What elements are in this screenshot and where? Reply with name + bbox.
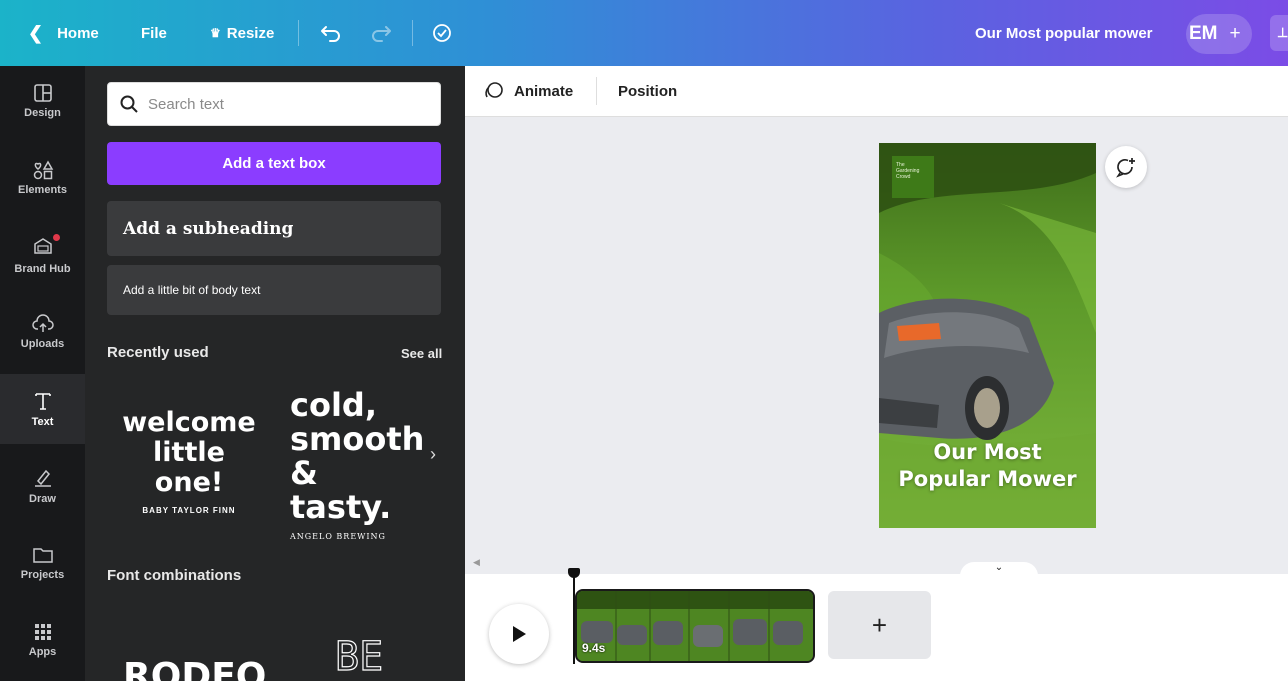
file-label: File (141, 24, 167, 42)
sidebar-item-label: Apps (28, 646, 57, 658)
text-template-cold-smooth[interactable]: cold, smooth & tasty. ANGELO BREWING (290, 388, 430, 541)
side-nav: Design Elements Brand Hub Uploads Text D… (0, 66, 85, 681)
sidebar-item-elements[interactable]: Elements (0, 143, 85, 213)
sidebar-item-label: Brand Hub (14, 262, 71, 275)
clip-thumbnails (577, 591, 813, 661)
template-line: little one! (153, 437, 225, 498)
headline-line: Popular Mower (898, 467, 1077, 491)
redo-button[interactable] (370, 0, 392, 66)
pen-icon (34, 469, 51, 487)
template-line: cold, (290, 386, 377, 424)
sidebar-item-label: Design (24, 107, 61, 119)
add-text-box-button[interactable]: Add a text box (107, 142, 441, 185)
font-combinations-heading: Font combinations (107, 567, 242, 584)
design-canvas[interactable]: The Gardening Crowd Our Most Popular Mow… (879, 143, 1096, 528)
add-body-text-button[interactable]: Add a little bit of body text (107, 265, 441, 315)
brand-logo: The Gardening Crowd (892, 156, 934, 198)
top-bar: ❮ Home File ♛ Resize Our Most popular mo… (0, 0, 1288, 66)
comment-add-icon (1116, 158, 1135, 178)
shapes-icon (33, 160, 53, 180)
search-box[interactable] (107, 82, 441, 126)
recently-used-heading: Recently used (107, 344, 209, 361)
cloud-check-icon (433, 24, 451, 42)
divider (596, 77, 597, 105)
animate-label: Animate (514, 82, 574, 100)
chevron-left-icon: ❮ (28, 22, 44, 43)
sidebar-item-text[interactable]: Text (0, 374, 85, 444)
redo-icon (372, 26, 391, 42)
font-combo-be[interactable]: BE (334, 633, 383, 680)
sidebar-item-label: Uploads (20, 338, 65, 350)
sidebar-item-projects[interactable]: Projects (0, 528, 85, 598)
sidebar-item-design[interactable]: Design (0, 66, 85, 136)
divider (412, 20, 413, 46)
see-all-link[interactable]: See all (401, 346, 442, 361)
template-caption: BABY TAYLOR FINN (142, 506, 236, 515)
text-panel: Add a text box Add a subheading Add a li… (85, 66, 465, 681)
divider (298, 20, 299, 46)
text-icon (34, 393, 51, 410)
play-button[interactable] (489, 604, 549, 664)
search-icon (120, 95, 138, 113)
crown-icon: ♛ (210, 26, 221, 40)
refresh-comment-button[interactable] (1105, 146, 1147, 188)
layout-icon (33, 84, 52, 102)
sidebar-item-brand-hub[interactable]: Brand Hub (0, 220, 85, 290)
resize-label: Resize (226, 24, 275, 42)
scroll-left-arrow[interactable]: ◀ (473, 557, 480, 568)
add-subheading-button[interactable]: Add a subheading (107, 201, 441, 256)
headline-line: Our Most (933, 440, 1042, 464)
font-combo-rodeo[interactable]: RODEO (123, 656, 266, 681)
add-collaborator-icon[interactable]: + (1230, 23, 1241, 45)
template-caption: ANGELO BREWING (290, 532, 386, 541)
file-menu-button[interactable]: File (141, 0, 167, 66)
apps-grid-icon (34, 624, 51, 640)
sidebar-item-label: Text (31, 416, 54, 428)
timeline-clip[interactable]: 9.4s (575, 589, 815, 663)
brand-hub-icon (32, 233, 60, 263)
position-button[interactable]: Position (618, 66, 677, 116)
template-line: & tasty. (290, 454, 392, 526)
text-template-welcome[interactable]: welcome little one! BABY TAYLOR FINN (119, 407, 259, 516)
home-button[interactable]: ❮ Home (28, 0, 99, 66)
share-button[interactable]: ⊥ (1270, 15, 1288, 51)
context-toolbar: Animate Position (465, 66, 1288, 117)
avatar-initials: EM (1189, 23, 1218, 44)
undo-icon (321, 26, 340, 42)
home-label: Home (57, 24, 99, 42)
template-line: smooth (290, 420, 425, 458)
upload-icon: ⊥ (1277, 25, 1288, 40)
logo-line: Crowd (896, 174, 911, 180)
notification-dot (52, 233, 60, 241)
design-title[interactable]: Our Most popular mower (975, 0, 1153, 66)
search-input[interactable] (148, 95, 418, 113)
timeline: 9.4s + (465, 568, 1288, 681)
animate-button[interactable]: Animate (483, 66, 573, 116)
editor-area: Animate Position The Gardening Crowd Our… (465, 66, 1288, 681)
animate-icon (485, 82, 503, 98)
sidebar-item-label: Elements (18, 184, 67, 196)
sidebar-item-label: Projects (20, 569, 65, 581)
resize-button[interactable]: ♛ Resize (210, 0, 274, 66)
save-status-button[interactable] (430, 0, 454, 66)
canvas-headline: Our Most Popular Mower (879, 439, 1096, 493)
cloud-upload-icon (31, 314, 54, 332)
sidebar-item-draw[interactable]: Draw (0, 451, 85, 521)
play-icon (513, 626, 526, 642)
sidebar-item-uploads[interactable]: Uploads (0, 297, 85, 367)
undo-button[interactable] (320, 0, 342, 66)
clip-duration: 9.4s (582, 641, 606, 655)
sidebar-item-apps[interactable]: Apps (0, 605, 85, 675)
add-page-button[interactable]: + (828, 591, 931, 659)
template-line: welcome (122, 407, 256, 438)
sidebar-item-label: Draw (29, 493, 56, 505)
carousel-next-icon[interactable]: › (430, 444, 436, 465)
folder-icon (32, 548, 53, 563)
avatar[interactable]: EM + (1186, 14, 1252, 54)
